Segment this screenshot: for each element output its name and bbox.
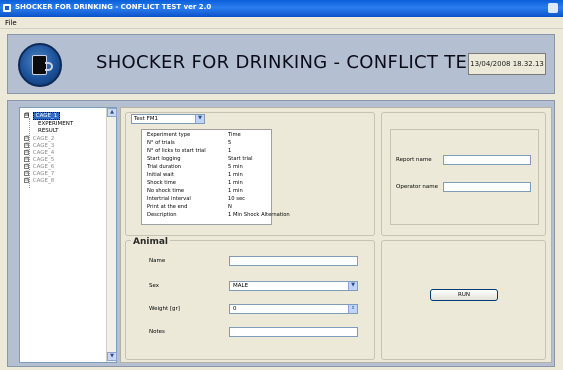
table-row: Print at the end N bbox=[142, 203, 271, 211]
table-row: Experiment type Time bbox=[142, 131, 271, 139]
param-value: 1 min bbox=[228, 180, 243, 186]
operator-name-field[interactable] bbox=[443, 182, 531, 192]
experiment-params-table: Experiment type Time N° of trials 5 N° o… bbox=[141, 129, 290, 225]
animal-section-title: Animal bbox=[131, 237, 170, 247]
test-select-value: Test FM1 bbox=[134, 116, 158, 122]
chevron-down-icon[interactable]: ▼ bbox=[348, 282, 357, 290]
sex-select[interactable]: MALE ▼ bbox=[229, 281, 358, 291]
param-value: 5 min bbox=[228, 164, 243, 170]
test-select[interactable]: Test FM1 ▼ bbox=[131, 114, 205, 124]
table-row: N° of licks to start trial 1 bbox=[142, 147, 271, 155]
tree-label-cage-2: CAGE_2 bbox=[32, 136, 55, 142]
animal-name-label: Name bbox=[149, 258, 166, 264]
tree-label-cage-3: CAGE_3 bbox=[32, 143, 55, 149]
param-value: 1 Min Shock Alternation bbox=[228, 212, 290, 218]
spin-arrows-icon[interactable]: ⇕ bbox=[348, 305, 357, 313]
report-name-field[interactable] bbox=[443, 155, 531, 165]
param-key: Intertrial interval bbox=[147, 196, 191, 202]
expand-icon[interactable]: ⊞ bbox=[24, 136, 29, 141]
datetime-display: 13/04/2008 18.32.13 bbox=[468, 53, 546, 75]
param-value: Start trial bbox=[228, 156, 253, 162]
page-title: SHOCKER FOR DRINKING - CONFLICT TEST bbox=[96, 52, 491, 73]
param-value: 10 sec bbox=[228, 196, 245, 202]
header-panel: SHOCKER FOR DRINKING - CONFLICT TEST 13/… bbox=[7, 34, 555, 94]
weight-value: 0 bbox=[233, 306, 237, 312]
window-title-bar[interactable]: SHOCKER FOR DRINKING - CONFLICT TEST ver… bbox=[0, 0, 563, 17]
param-key: Initial wait bbox=[147, 172, 174, 178]
param-key: Print at the end bbox=[147, 204, 188, 210]
weight-stepper[interactable]: 0 ⇕ bbox=[229, 304, 358, 314]
tree-label-cage-4: CAGE_4 bbox=[32, 150, 55, 156]
notes-label: Notes bbox=[149, 329, 165, 335]
param-value: N bbox=[228, 204, 232, 210]
param-key: No shock time bbox=[147, 188, 185, 194]
tree-node-cage-1[interactable]: ⊟ CAGE_1 bbox=[24, 112, 61, 120]
table-row: Initial wait 1 min bbox=[142, 171, 271, 179]
param-value: Time bbox=[228, 132, 241, 138]
table-row: No shock time 1 min bbox=[142, 187, 271, 195]
table-row: N° of trials 5 bbox=[142, 139, 271, 147]
table-row: Description 1 Min Shock Alternation bbox=[142, 211, 290, 219]
window-title: SHOCKER FOR DRINKING - CONFLICT TEST ver… bbox=[15, 3, 212, 11]
param-key: Shock time bbox=[147, 180, 176, 186]
expand-icon[interactable]: ⊞ bbox=[24, 150, 29, 155]
param-key: Description bbox=[147, 212, 177, 218]
app-icon bbox=[3, 4, 11, 12]
window-control-button[interactable] bbox=[548, 3, 558, 13]
report-inner-box bbox=[390, 129, 539, 225]
scroll-down-icon[interactable]: ▼ bbox=[107, 352, 117, 361]
animal-name-field[interactable] bbox=[229, 256, 358, 266]
expand-icon[interactable]: ⊞ bbox=[24, 171, 29, 176]
expand-icon[interactable]: ⊞ bbox=[24, 178, 29, 183]
run-button[interactable]: RUN bbox=[430, 289, 498, 301]
param-key: N° of trials bbox=[147, 140, 175, 146]
cage-tree-panel[interactable]: ⊟ CAGE_1 EXPERIMENT RESULT ⊞ CAGE_2 ⊞ CA… bbox=[19, 107, 117, 363]
param-key: N° of licks to start trial bbox=[147, 148, 206, 154]
param-value: 5 bbox=[228, 140, 232, 146]
scroll-up-icon[interactable]: ▲ bbox=[107, 108, 117, 117]
tree-label-cage-7: CAGE_7 bbox=[32, 171, 55, 177]
table-row: Intertrial interval 10 sec bbox=[142, 195, 271, 203]
tree-node-result[interactable]: RESULT bbox=[38, 128, 58, 134]
param-key: Start logging bbox=[147, 156, 181, 162]
param-value: 1 min bbox=[228, 188, 243, 194]
cup-handle-shape bbox=[45, 62, 53, 71]
tree-label-cage-5: CAGE_5 bbox=[32, 157, 55, 163]
expand-icon[interactable]: ⊞ bbox=[24, 164, 29, 169]
collapse-icon[interactable]: ⊟ bbox=[24, 113, 29, 118]
menu-file[interactable]: File bbox=[5, 19, 17, 27]
tree-node-cage-8[interactable]: ⊞ CAGE_8 bbox=[24, 178, 54, 184]
notes-field[interactable] bbox=[229, 327, 358, 337]
weight-label: Weight [gr] bbox=[149, 306, 180, 312]
param-value: 1 bbox=[228, 148, 232, 154]
operator-name-label: Operator name bbox=[396, 184, 438, 190]
param-value: 1 min bbox=[228, 172, 243, 178]
expand-icon[interactable]: ⊞ bbox=[24, 143, 29, 148]
tree-scrollbar[interactable]: ▲ ▼ bbox=[106, 108, 117, 362]
chevron-down-icon[interactable]: ▼ bbox=[195, 115, 204, 123]
sex-label: Sex bbox=[149, 283, 160, 289]
menu-bar: File bbox=[0, 17, 563, 29]
tree-label-cage-6: CAGE_6 bbox=[32, 164, 55, 170]
table-row: Shock time 1 min bbox=[142, 179, 271, 187]
sex-select-value: MALE bbox=[233, 283, 249, 289]
tree-label-cage-1[interactable]: CAGE_1 bbox=[32, 112, 61, 120]
report-name-label: Report name bbox=[396, 157, 432, 163]
table-row: Start logging Start trial bbox=[142, 155, 271, 163]
tree-label-cage-8: CAGE_8 bbox=[32, 178, 55, 184]
table-row: Trial duration 5 min bbox=[142, 163, 271, 171]
drinking-cup-logo-icon bbox=[18, 43, 62, 87]
expand-icon[interactable]: ⊞ bbox=[24, 157, 29, 162]
param-key: Trial duration bbox=[147, 164, 182, 170]
tree-node-experiment[interactable]: EXPERIMENT bbox=[38, 121, 73, 127]
param-key: Experiment type bbox=[147, 132, 191, 138]
